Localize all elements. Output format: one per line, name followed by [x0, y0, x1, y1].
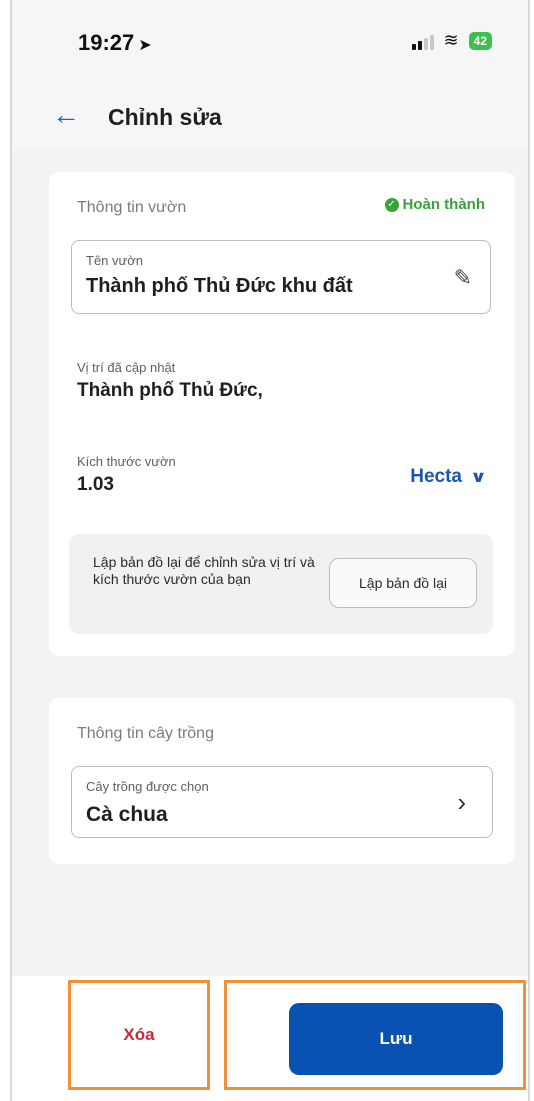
battery-icon: 42 [468, 31, 492, 50]
delete-button[interactable]: Xóa [71, 983, 207, 1087]
size-value: 1.03 [77, 474, 114, 495]
bottom-action-bar: Xóa Lưu [12, 976, 528, 1101]
crop-select-label: Cây trồng được chọn [86, 779, 209, 794]
chevron-down-icon: ∨ [470, 469, 487, 486]
remap-panel: Lập bản đồ lại để chỉnh sửa vị trí và kí… [69, 534, 493, 634]
wifi-icon: ≋ [443, 30, 459, 50]
status-icons: ≋ 42 [411, 30, 492, 51]
crop-select-value: Cà chua [86, 803, 168, 826]
unit-selector[interactable]: Hecta ∨ [410, 466, 487, 488]
garden-name-field[interactable]: Tên vườn Thành phố Thủ Đức khu đất ✎ [71, 240, 491, 314]
unit-selector-label: Hecta [410, 466, 462, 487]
chevron-right-icon: › [457, 787, 466, 817]
clock: 19:27 ➤ [78, 30, 152, 56]
crop-select-field[interactable]: Cây trồng được chọn Cà chua › [71, 766, 493, 838]
save-highlight: Lưu [224, 980, 526, 1090]
garden-name-value: Thành phố Thủ Đức khu đất [86, 275, 353, 297]
check-circle-icon: ✓ [384, 197, 399, 212]
remap-description: Lập bản đồ lại để chỉnh sửa vị trí và kí… [93, 554, 315, 587]
location-value: Thành phố Thủ Đức, [77, 380, 263, 401]
garden-info-card: Thông tin vườn ✓ Hoàn thành Tên vườn Thà… [49, 172, 515, 656]
signal-icon [411, 32, 434, 50]
phone-screen: 19:27 ➤ ≋ 42 ← Chỉnh sửa Thông tin vườn ✓… [10, 0, 530, 1101]
app-header: ← Chỉnh sửa [12, 86, 528, 150]
clock-time: 19:27 [78, 30, 135, 55]
pencil-icon[interactable]: ✎ [454, 265, 472, 291]
save-button[interactable]: Lưu [289, 1003, 503, 1075]
size-label: Kích thước vườn [77, 454, 176, 469]
location-arrow-icon: ➤ [138, 37, 152, 54]
garden-info-heading: Thông tin vườn [77, 199, 187, 216]
remap-button[interactable]: Lập bản đồ lại [329, 558, 477, 608]
status-bar: 19:27 ➤ ≋ 42 [12, 0, 528, 86]
garden-name-label: Tên vườn [86, 253, 143, 268]
status-badge-label: Hoàn thành [402, 196, 486, 213]
back-arrow-icon[interactable]: ← [52, 100, 80, 130]
location-label: Vị trí đã cập nhật [77, 360, 176, 375]
page-title: Chỉnh sửa [108, 104, 222, 130]
crop-info-heading: Thông tin cây trồng [77, 725, 214, 742]
crop-info-card: Thông tin cây trồng Cây trồng được chọn … [49, 698, 515, 864]
status-badge: ✓ Hoàn thành [384, 196, 486, 213]
delete-highlight: Xóa [68, 980, 210, 1090]
